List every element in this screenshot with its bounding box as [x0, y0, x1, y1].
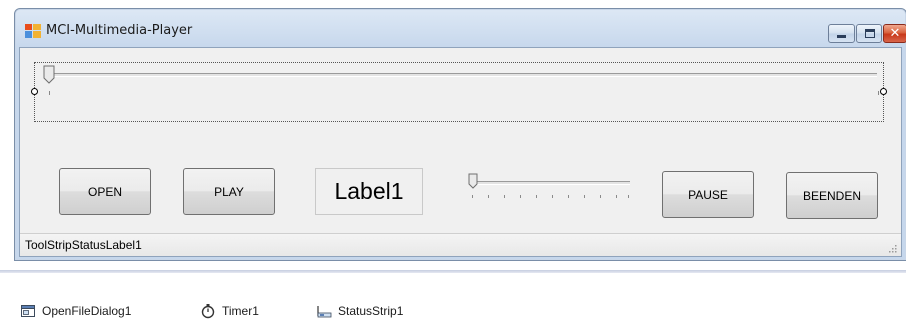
trackbar-tick — [504, 195, 505, 198]
trackbar-tick — [49, 91, 50, 95]
status-label: ToolStripStatusLabel1 — [25, 238, 142, 252]
selection-handle-right[interactable] — [880, 88, 887, 95]
component-tray-separator — [0, 270, 906, 273]
close-icon: ✕ — [889, 26, 901, 41]
maximize-button[interactable] — [856, 24, 882, 43]
tray-item-label: StatusStrip1 — [338, 304, 404, 318]
play-button[interactable]: PLAY — [183, 168, 275, 215]
minimize-button[interactable] — [828, 24, 855, 43]
status-strip-icon — [317, 306, 332, 318]
volume-trackbar[interactable] — [464, 169, 634, 209]
tray-item-timer[interactable]: Timer1 — [200, 302, 259, 320]
minimize-icon — [837, 35, 846, 38]
beenden-button[interactable]: BEENDEN — [786, 172, 878, 219]
volume-trackbar-thumb[interactable] — [468, 173, 478, 189]
status-strip: ToolStripStatusLabel1 — [20, 233, 901, 256]
trackbar-tick — [552, 195, 553, 198]
tray-item-label: Timer1 — [222, 304, 259, 318]
trackbar-tick — [616, 195, 617, 198]
form-window: MCI-Multimedia-Player ✕ OPEN PLAY Label1 — [14, 8, 906, 261]
close-button[interactable]: ✕ — [883, 24, 906, 43]
tray-item-label: OpenFileDialog1 — [42, 304, 132, 318]
title-bar[interactable]: MCI-Multimedia-Player ✕ — [15, 9, 906, 47]
pause-button[interactable]: PAUSE — [662, 171, 754, 218]
trackbar-tick — [568, 195, 569, 198]
open-file-dialog-icon — [21, 305, 35, 317]
trackbar-tick — [878, 91, 879, 95]
position-trackbar[interactable] — [31, 62, 887, 122]
position-trackbar-track — [45, 73, 877, 77]
form-client-area: OPEN PLAY Label1 PAUSE BEENDEN ToolStrip… — [19, 47, 902, 257]
timer-icon — [201, 304, 215, 319]
selection-handle-left[interactable] — [31, 88, 38, 95]
trackbar-tick — [600, 195, 601, 198]
trackbar-tick — [536, 195, 537, 198]
position-trackbar-thumb[interactable] — [43, 65, 55, 84]
label1: Label1 — [315, 168, 423, 215]
trackbar-tick — [520, 195, 521, 198]
form-icon — [25, 24, 41, 38]
trackbar-tick — [488, 195, 489, 198]
size-grip-icon[interactable] — [887, 243, 897, 253]
tray-item-openfiledialog[interactable]: OpenFileDialog1 — [20, 302, 131, 320]
maximize-icon — [865, 29, 875, 38]
open-button[interactable]: OPEN — [59, 168, 151, 215]
window-title: MCI-Multimedia-Player — [46, 23, 193, 38]
tray-item-statusstrip[interactable]: StatusStrip1 — [316, 302, 403, 320]
trackbar-tick — [628, 195, 629, 198]
trackbar-tick — [584, 195, 585, 198]
trackbar-tick — [472, 195, 473, 198]
volume-trackbar-track — [470, 181, 630, 185]
